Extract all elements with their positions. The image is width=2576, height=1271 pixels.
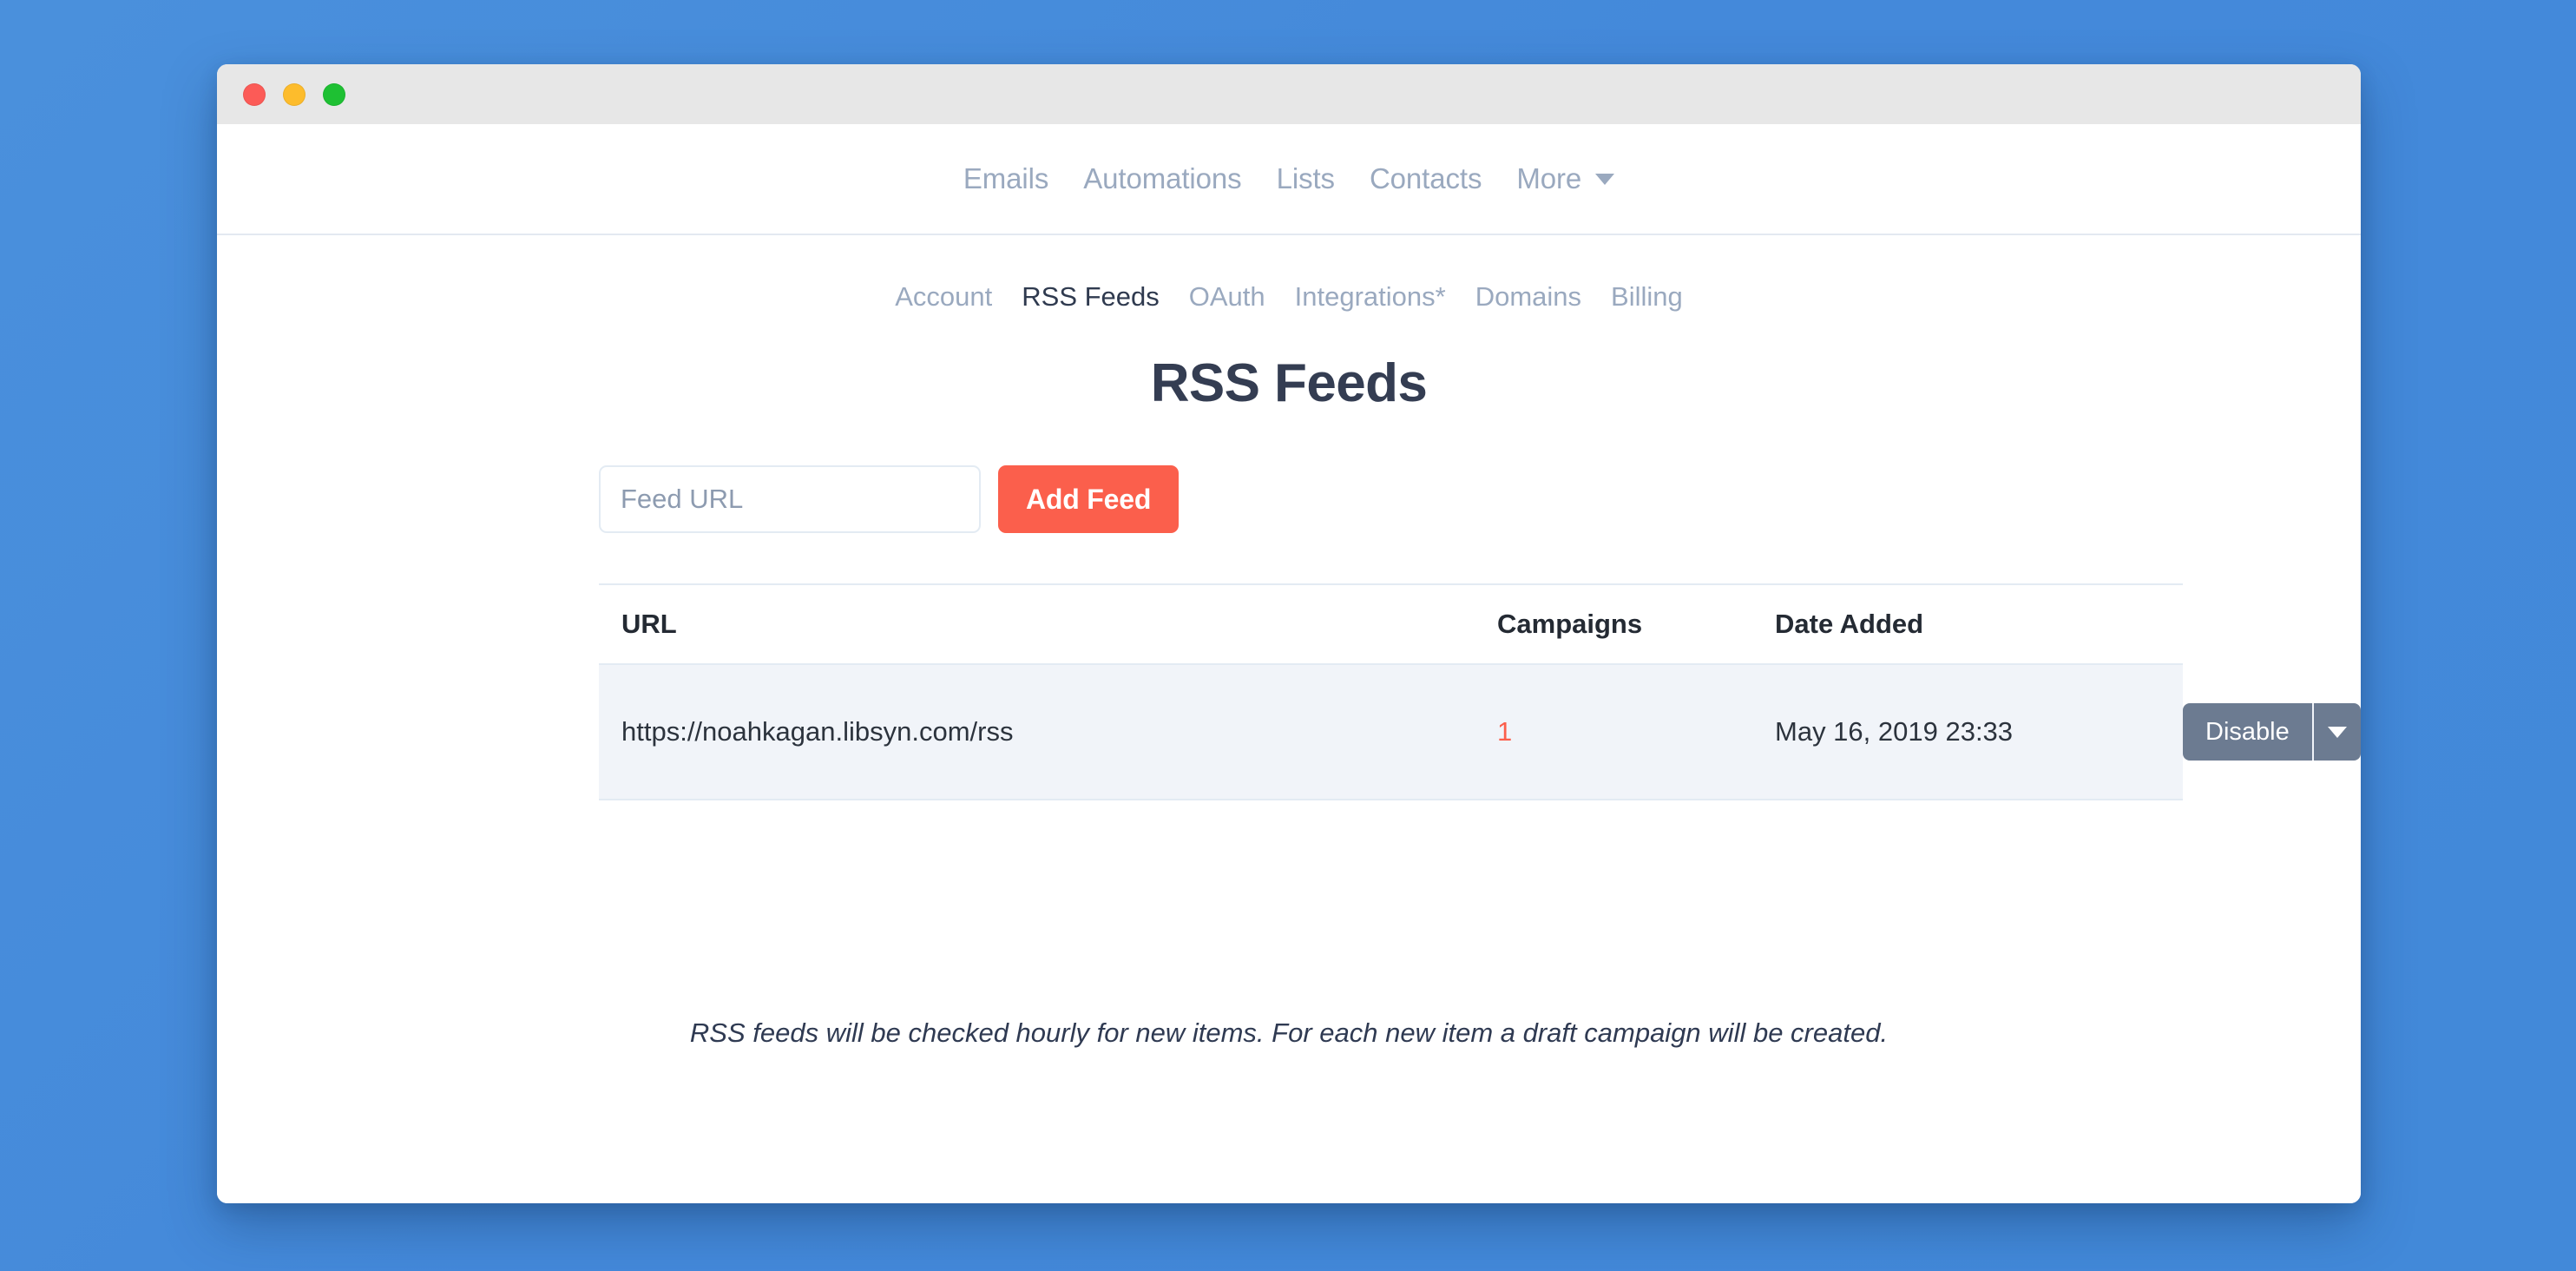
add-feed-form: Add Feed — [516, 465, 2061, 533]
feed-actions-dropdown-button[interactable] — [2311, 703, 2361, 761]
campaigns-count-link[interactable]: 1 — [1497, 716, 1512, 747]
table-head: URL Campaigns Date Added — [599, 583, 2183, 665]
nav-item-more[interactable]: More — [1499, 162, 1632, 195]
feed-url-input[interactable] — [599, 465, 981, 533]
chevron-down-icon — [2327, 726, 2347, 738]
window-title-bar — [217, 64, 2361, 124]
nav-item-contacts[interactable]: Contacts — [1352, 162, 1499, 195]
cell-date-added: May 16, 2019 23:33 — [1775, 664, 2183, 800]
cell-campaigns: 1 — [1497, 664, 1775, 800]
tab-billing[interactable]: Billing — [1596, 281, 1698, 313]
page-title: RSS Feeds — [1150, 353, 1428, 413]
tab-domains[interactable]: Domains — [1461, 281, 1596, 313]
minimize-button[interactable] — [283, 82, 306, 106]
maximize-button[interactable] — [323, 82, 345, 106]
primary-navigation: Emails Automations Lists Contacts More — [217, 124, 2361, 235]
column-header-date-added: Date Added — [1775, 583, 2183, 665]
footer-note: RSS feeds will be checked hourly for new… — [689, 1017, 1889, 1048]
add-feed-button[interactable]: Add Feed — [998, 465, 1180, 533]
nav-item-automations[interactable]: Automations — [1066, 162, 1258, 195]
tab-oauth[interactable]: OAuth — [1174, 281, 1280, 313]
feed-action-button-group: Disable — [2183, 703, 2361, 761]
close-button[interactable] — [243, 82, 266, 106]
browser-window: Emails Automations Lists Contacts More A… — [217, 64, 2361, 1203]
cell-feed-url: https://noahkagan.libsyn.com/rss — [599, 664, 1497, 800]
table-body: https://noahkagan.libsyn.com/rss 1 May 1… — [599, 664, 2361, 800]
content-area: Add Feed URL Campaigns Date Added http — [217, 465, 2361, 1049]
tab-integrations[interactable]: Integrations* — [1280, 281, 1461, 313]
tab-rss-feeds[interactable]: RSS Feeds — [1007, 281, 1174, 313]
table-row: https://noahkagan.libsyn.com/rss 1 May 1… — [599, 664, 2361, 800]
column-header-url: URL — [599, 583, 1497, 665]
nav-item-more-label: More — [1516, 162, 1582, 194]
settings-tabs: Account RSS Feeds OAuth Integrations* Do… — [217, 235, 2361, 313]
chevron-down-icon — [1595, 173, 1615, 185]
page-body: Emails Automations Lists Contacts More A… — [217, 124, 2361, 1203]
nav-item-emails[interactable]: Emails — [946, 162, 1066, 195]
tab-account[interactable]: Account — [880, 281, 1007, 313]
rss-feeds-table: URL Campaigns Date Added https://noahkag… — [599, 583, 2361, 800]
disable-feed-button[interactable]: Disable — [2183, 703, 2312, 761]
table-header-row: URL Campaigns Date Added — [599, 583, 2183, 665]
nav-item-lists[interactable]: Lists — [1259, 162, 1352, 195]
column-header-campaigns: Campaigns — [1497, 583, 1775, 665]
